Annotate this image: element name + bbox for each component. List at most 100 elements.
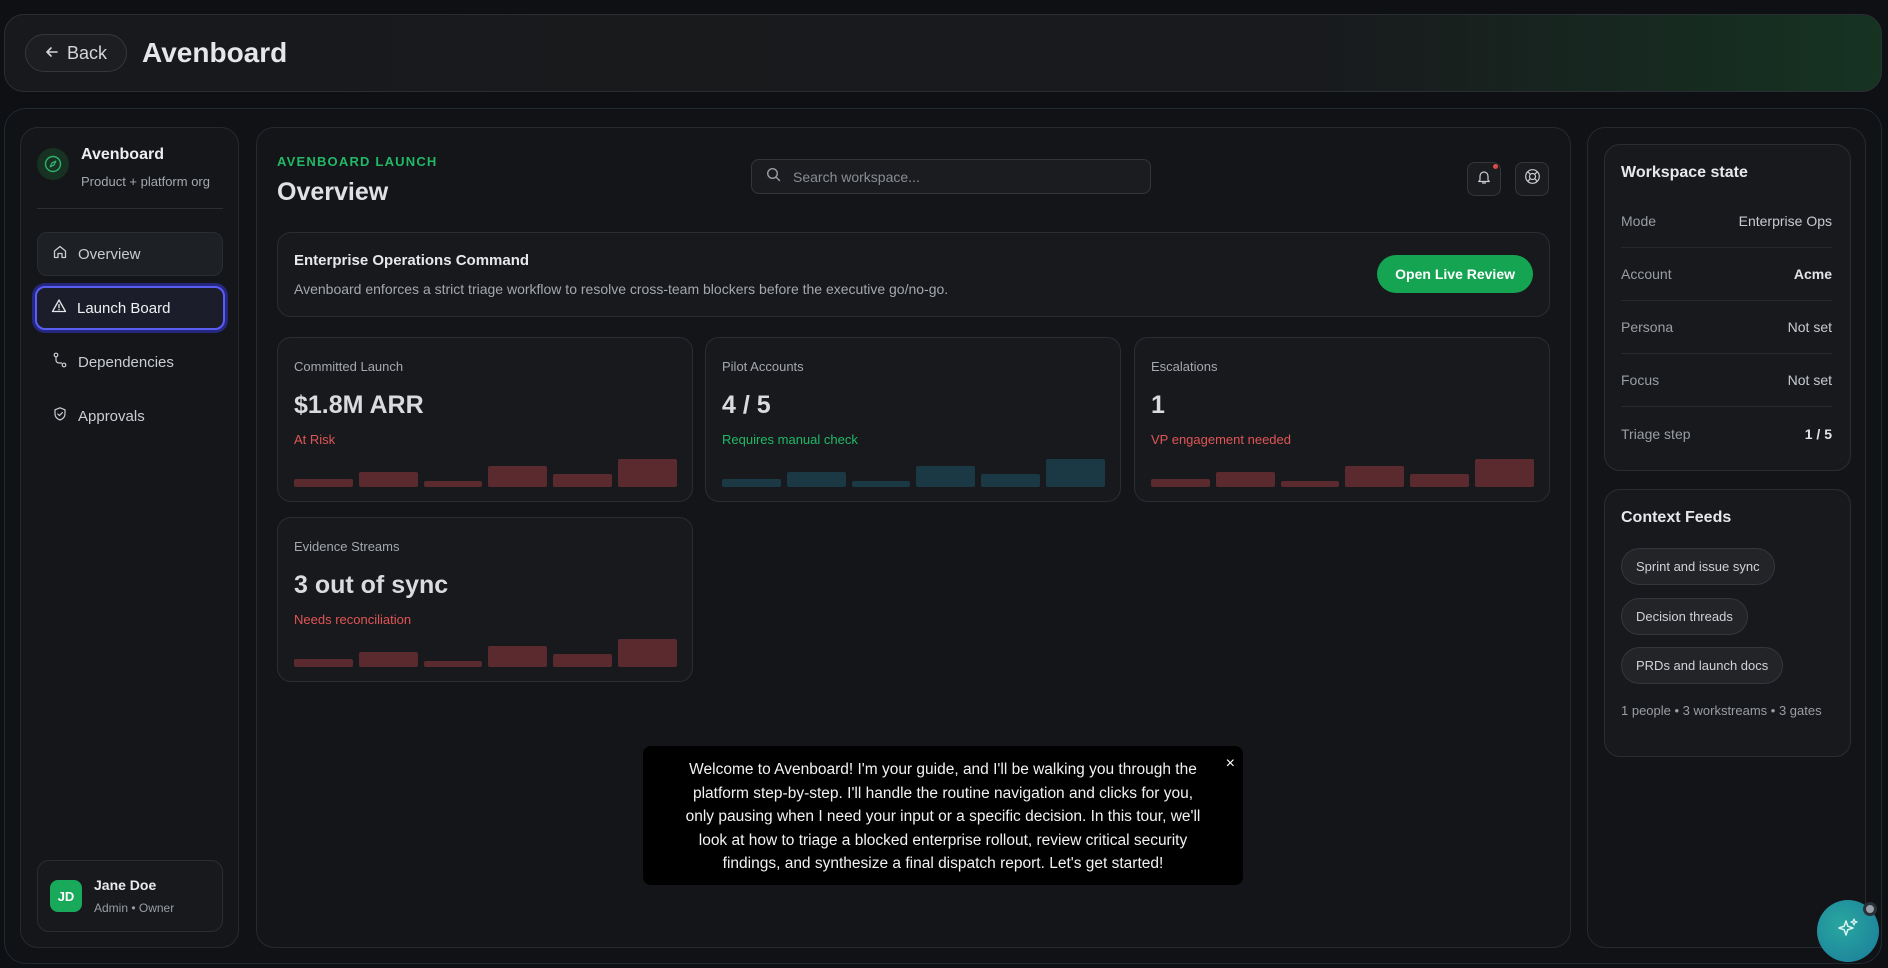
spark-bar (358, 651, 418, 667)
sparkline (294, 639, 677, 667)
card-status: Requires manual check (722, 432, 858, 447)
sidebar-item-overview[interactable]: Overview (37, 232, 223, 276)
spark-bar (618, 639, 677, 667)
arrow-left-icon (45, 43, 59, 64)
card-status: At Risk (294, 432, 336, 447)
ws-value: Not set (1787, 372, 1832, 388)
status-dot (1863, 902, 1877, 916)
sidebar-nav: Overview Launch Board Dependencies Appro… (35, 232, 225, 448)
spark-bar (1280, 481, 1340, 487)
card-value: 4 / 5 (722, 391, 771, 419)
card-label: Escalations (1151, 359, 1218, 374)
spark-bar (1151, 478, 1210, 487)
compass-icon (37, 148, 69, 180)
feed-chip-sprint[interactable]: Sprint and issue sync (1621, 548, 1775, 585)
search-input[interactable] (793, 168, 1123, 185)
spark-bar (423, 481, 483, 487)
spark-bar (1475, 459, 1534, 487)
warning-triangle-icon (51, 298, 67, 318)
spark-bar (488, 646, 548, 667)
spark-bar (553, 474, 613, 487)
sidebar-divider (37, 208, 223, 209)
spark-bar (423, 661, 483, 667)
shield-check-icon (52, 406, 68, 426)
lifebuoy-icon (1524, 168, 1541, 190)
card-value: $1.8M ARR (294, 391, 424, 419)
open-live-review-button[interactable]: Open Live Review (1377, 255, 1533, 293)
ws-key: Triage step (1621, 425, 1691, 442)
card-label: Evidence Streams (294, 539, 400, 554)
card-label: Committed Launch (294, 359, 404, 374)
help-button[interactable] (1515, 162, 1549, 196)
card-value: 1 (1151, 391, 1165, 419)
spark-bar (294, 658, 353, 667)
metric-card-escalations: Escalations 1 VP engagement needed (1134, 337, 1550, 502)
spark-bar (722, 478, 781, 487)
spark-bar (786, 471, 846, 487)
spark-bar (851, 481, 911, 487)
ws-row-focus: Focus Not set (1621, 354, 1832, 407)
back-label: Back (67, 42, 108, 63)
spark-bar (1046, 459, 1105, 487)
ws-row-mode: Mode Enterprise Ops (1621, 195, 1832, 248)
assistant-button[interactable] (1817, 900, 1879, 962)
context-feeds-card: Context Feeds Sprint and issue sync Deci… (1604, 489, 1851, 757)
metric-card-evidence-streams: Evidence Streams 3 out of sync Needs rec… (277, 517, 693, 682)
spark-bar (618, 459, 677, 487)
sidebar-item-label: Launch Board (77, 299, 171, 317)
eyebrow-label: AVENBOARD LAUNCH (277, 154, 438, 169)
sidebar-item-label: Approvals (78, 407, 145, 425)
ws-row-triage-step: Triage step 1 / 5 (1621, 407, 1832, 460)
sidebar-item-launch-board[interactable]: Launch Board (35, 286, 225, 330)
spark-bar (488, 466, 548, 487)
feed-chip-decisions[interactable]: Decision threads (1621, 598, 1748, 635)
spark-bar (916, 466, 976, 487)
command-banner: Enterprise Operations Command Avenboard … (277, 232, 1550, 317)
banner-title: Enterprise Operations Command (294, 252, 530, 269)
right-panel: Workspace state Mode Enterprise Ops Acco… (1587, 127, 1866, 948)
sidebar: Avenboard Product + platform org Overvie… (20, 127, 239, 948)
card-label: Pilot Accounts (722, 359, 804, 374)
sidebar-item-label: Overview (78, 245, 141, 263)
bell-icon (1476, 169, 1492, 190)
home-icon (52, 244, 68, 264)
top-bar: Back Avenboard (4, 14, 1882, 92)
guide-text: Welcome to Avenboard! I'm your guide, an… (685, 761, 1201, 872)
metric-card-committed-launch: Committed Launch $1.8M ARR At Risk (277, 337, 693, 502)
notifications-button[interactable] (1467, 162, 1501, 196)
spark-bar (358, 471, 418, 487)
page-title: Avenboard (142, 37, 288, 68)
spark-bar (1345, 466, 1405, 487)
brand-subtitle: Product + platform org (81, 174, 210, 189)
search-box[interactable] (751, 159, 1151, 194)
spark-bar (553, 654, 613, 667)
ws-key: Persona (1621, 319, 1674, 335)
workspace-state-title: Workspace state (1621, 164, 1748, 181)
workspace-state-rows: Mode Enterprise Ops Account Acme Persona… (1621, 195, 1832, 460)
main-title: Overview (277, 178, 389, 206)
context-feeds-meta: 1 people • 3 workstreams • 3 gates (1621, 703, 1822, 718)
workspace-state-card: Workspace state Mode Enterprise Ops Acco… (1604, 144, 1851, 471)
back-button[interactable]: Back (25, 34, 128, 72)
spark-bar (294, 478, 353, 487)
ws-row-account: Account Acme (1621, 248, 1832, 301)
ws-value: Not set (1787, 319, 1832, 335)
guide-tooltip: × Welcome to Avenboard! I'm your guide, … (643, 746, 1243, 885)
feed-chip-prds[interactable]: PRDs and launch docs (1621, 647, 1784, 684)
user-card[interactable]: JD Jane Doe Admin • Owner (37, 860, 223, 932)
spark-bar (1215, 471, 1275, 487)
search-icon (766, 167, 781, 187)
ws-row-persona: Persona Not set (1621, 301, 1832, 354)
sidebar-item-dependencies[interactable]: Dependencies (37, 340, 223, 384)
sidebar-item-approvals[interactable]: Approvals (37, 394, 223, 438)
sparkline (294, 459, 677, 487)
close-icon[interactable]: × (1226, 752, 1235, 776)
user-role: Admin • Owner (94, 901, 175, 915)
banner-description: Avenboard enforces a strict triage workf… (294, 281, 949, 297)
card-value: 3 out of sync (294, 571, 449, 599)
context-feeds-title: Context Feeds (1621, 509, 1732, 526)
ws-value: Acme (1793, 266, 1832, 282)
brand-name: Avenboard (81, 146, 164, 163)
ws-value: 1 / 5 (1804, 425, 1832, 442)
spark-bar (1410, 474, 1470, 487)
